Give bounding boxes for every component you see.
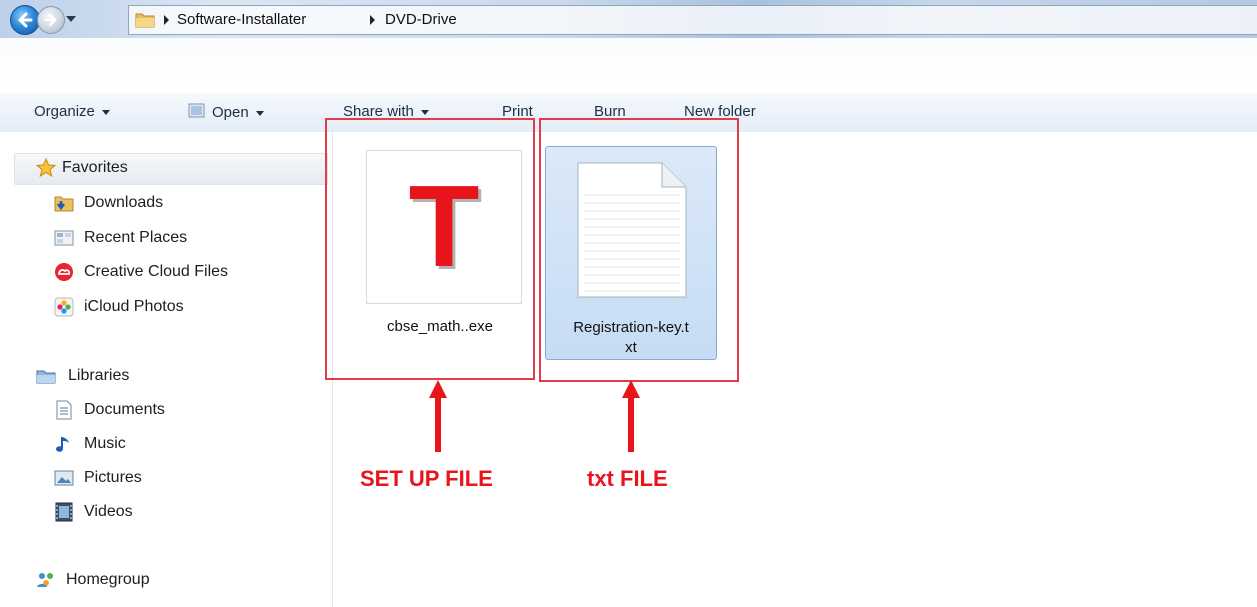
icloud-photos-icon <box>54 297 74 317</box>
open-file-icon <box>188 103 205 118</box>
nav-recent-places-label: Recent Places <box>84 229 188 246</box>
recent-pages-dropdown[interactable] <box>66 16 76 22</box>
forward-arrow-icon <box>44 13 57 27</box>
breadcrumb-arrow-icon[interactable] <box>370 15 375 25</box>
recent-places-icon <box>54 230 74 246</box>
nav-downloads-label: Downloads <box>84 194 164 211</box>
up-arrow-icon <box>429 380 447 452</box>
open-label: Open <box>212 104 249 121</box>
setup-file-annotation: SET UP FILE <box>360 466 493 491</box>
libraries-icon <box>36 370 56 384</box>
chevron-down-icon <box>101 109 110 115</box>
nav-creative-cloud-label: Creative Cloud Files <box>84 263 229 280</box>
txt-file-highlight-box <box>539 118 739 382</box>
up-arrow-icon <box>622 380 640 452</box>
videos-icon <box>55 502 73 522</box>
txt-file-annotation: txt FILE <box>587 466 668 491</box>
nav-pictures-label: Pictures <box>84 469 142 486</box>
toolbar-spacer <box>0 38 1257 93</box>
setup-file-highlight-box <box>325 118 535 380</box>
back-button[interactable] <box>10 5 40 35</box>
documents-icon <box>56 400 72 420</box>
nav-music-label: Music <box>84 435 126 452</box>
nav-videos-label: Videos <box>84 503 133 520</box>
pictures-icon <box>54 470 74 486</box>
open-button[interactable]: Open <box>188 103 264 121</box>
address-bar-area: Software-Installater DVD-Drive <box>0 0 1257 39</box>
star-icon <box>36 158 56 178</box>
chevron-down-icon <box>420 109 429 115</box>
downloads-folder-icon <box>54 196 74 212</box>
breadcrumb-arrow-icon[interactable] <box>164 15 169 25</box>
organize-button[interactable]: Organize <box>34 103 110 120</box>
nav-icloud-photos-label: iCloud Photos <box>84 298 184 315</box>
nav-libraries-label: Libraries <box>68 367 130 384</box>
music-note-icon <box>56 437 69 452</box>
chevron-down-icon <box>255 110 264 116</box>
breadcrumb-software-installater[interactable]: Software-Installater <box>177 11 306 28</box>
nav-documents-label: Documents <box>84 401 165 418</box>
nav-homegroup-label: Homegroup <box>66 571 150 588</box>
nav-favorites-label: Favorites <box>62 159 128 176</box>
folder-icon <box>135 13 155 28</box>
homegroup-icon <box>37 573 53 587</box>
creative-cloud-icon <box>55 263 73 281</box>
forward-button[interactable] <box>37 6 65 34</box>
organize-label: Organize <box>34 103 95 120</box>
address-bar[interactable]: Software-Installater DVD-Drive <box>128 5 1257 35</box>
back-arrow-icon <box>18 12 33 28</box>
breadcrumb-dvd-drive[interactable]: DVD-Drive <box>385 11 457 28</box>
navigation-pane: Favorites Downloads Recent Places Creati… <box>0 132 333 607</box>
